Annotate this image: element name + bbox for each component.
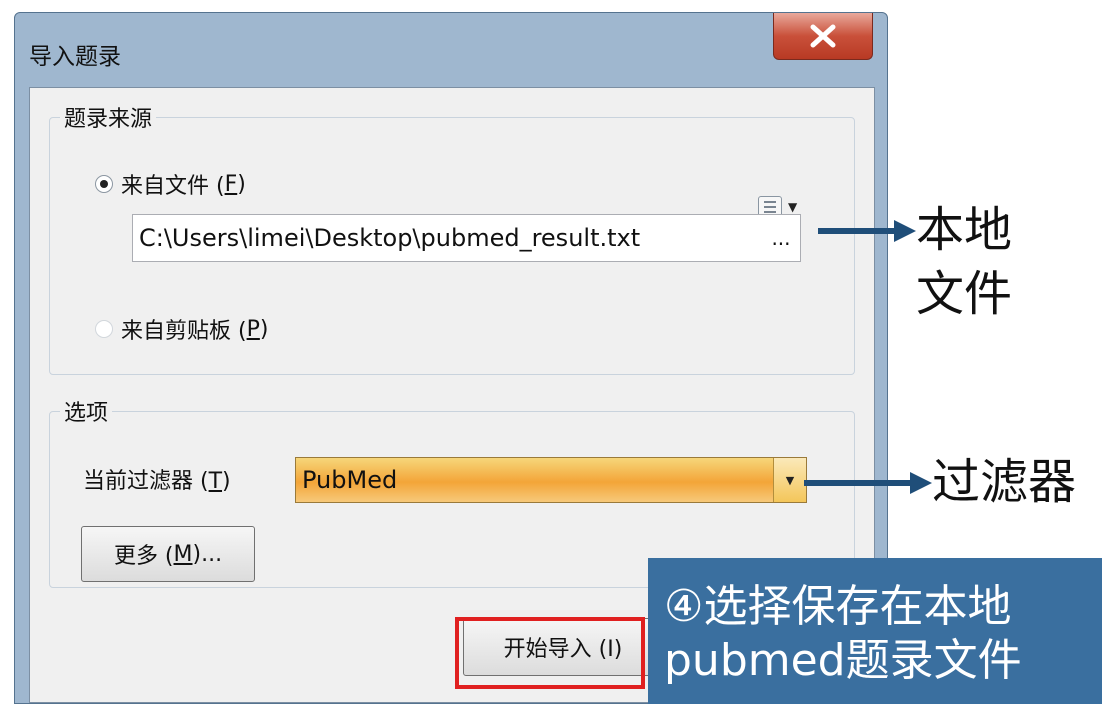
filter-label: 当前过滤器 (T) [83, 469, 231, 494]
source-group: 题录来源 来自文件 (F) ▼ C:\Users\limei\Desktop\p… [49, 101, 855, 375]
filter-callout: 过滤器 [932, 454, 1077, 510]
from-clipboard-radio[interactable]: 来自剪贴板 (P) [95, 313, 268, 345]
more-button[interactable]: 更多 (M)... [81, 526, 255, 582]
from-file-suffix: ) [237, 171, 246, 197]
from-file-radio[interactable]: 来自文件 (F) [95, 168, 246, 200]
chevron-down-icon[interactable]: ▼ [773, 458, 806, 502]
arrow-to-filter-icon [804, 472, 932, 494]
from-file-label: 来自文件 ( [121, 174, 225, 199]
from-clipboard-hotkey: P [246, 316, 260, 342]
dialog-title: 导入题录 [29, 44, 121, 70]
instruction-banner: ④选择保存在本地 pubmed题录文件 [648, 558, 1102, 704]
dropdown-arrow-icon: ▼ [788, 200, 798, 214]
filter-select-value: PubMed [296, 458, 773, 502]
filter-select[interactable]: PubMed ▼ [295, 457, 807, 503]
start-button-highlight [455, 617, 645, 689]
from-clipboard-label: 来自剪贴板 ( [121, 319, 247, 344]
file-path-value: C:\Users\limei\Desktop\pubmed_result.txt [139, 224, 641, 252]
arrow-to-file-icon [818, 220, 916, 242]
banner-line-2: pubmed题录文件 [664, 635, 1022, 686]
close-button[interactable] [773, 13, 873, 60]
local-file-callout: 本地 文件 [916, 202, 1013, 322]
title-bar[interactable]: 导入题录 [15, 13, 887, 87]
radio-checked-icon [95, 175, 113, 193]
file-path-field[interactable]: C:\Users\limei\Desktop\pubmed_result.txt… [132, 214, 801, 262]
browse-button[interactable]: ... [762, 226, 800, 250]
from-file-hotkey: F [224, 171, 238, 197]
radio-unchecked-icon [95, 320, 113, 338]
banner-line-1: ④选择保存在本地 [664, 581, 1012, 632]
from-clipboard-suffix: ) [259, 316, 269, 342]
source-group-label: 题录来源 [60, 101, 157, 133]
close-icon [810, 24, 836, 48]
options-group-label: 选项 [60, 395, 113, 427]
